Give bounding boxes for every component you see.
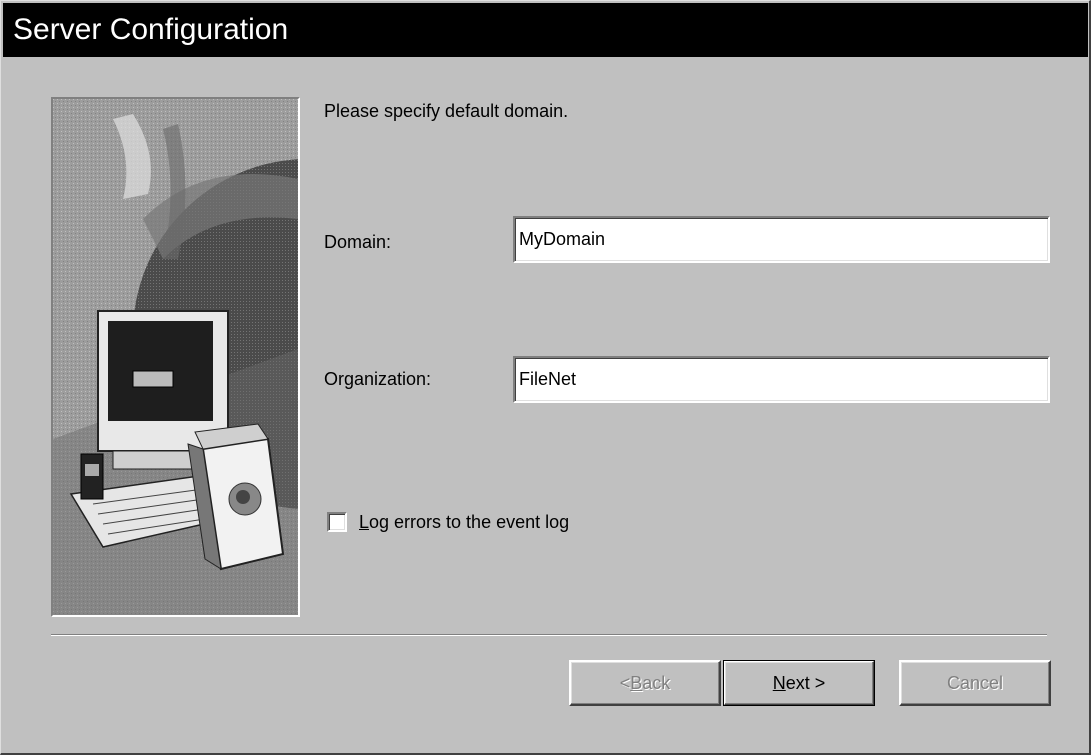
domain-label: Domain:	[324, 232, 392, 252]
log-errors-label[interactable]: Log errors to the event log	[359, 511, 569, 533]
domain-input[interactable]	[513, 216, 1050, 263]
back-prefix: <	[619, 672, 631, 693]
title-bar[interactable]: Server Configuration	[3, 3, 1088, 57]
next-rest: ext >	[785, 672, 826, 693]
cancel-label: Cancel	[946, 672, 1004, 693]
next-mnemonic: N	[772, 672, 786, 693]
instruction-text: Please specify default domain.	[324, 101, 569, 121]
wizard-window: Server Configuration Please specify defa…	[0, 0, 1091, 755]
next-button[interactable]: Next >	[723, 660, 875, 706]
computer-globe-illustration-icon	[53, 99, 298, 615]
window-title: Server Configuration	[13, 13, 289, 46]
organization-label: Organization:	[324, 369, 432, 389]
log-errors-checkbox[interactable]	[327, 512, 347, 532]
back-button[interactable]: < Back	[569, 660, 721, 706]
separator	[51, 634, 1047, 636]
back-rest: ack	[642, 672, 671, 693]
organization-input[interactable]	[513, 356, 1050, 403]
cancel-button[interactable]: Cancel	[899, 660, 1051, 706]
back-mnemonic: B	[630, 672, 643, 693]
wizard-illustration	[51, 97, 300, 617]
